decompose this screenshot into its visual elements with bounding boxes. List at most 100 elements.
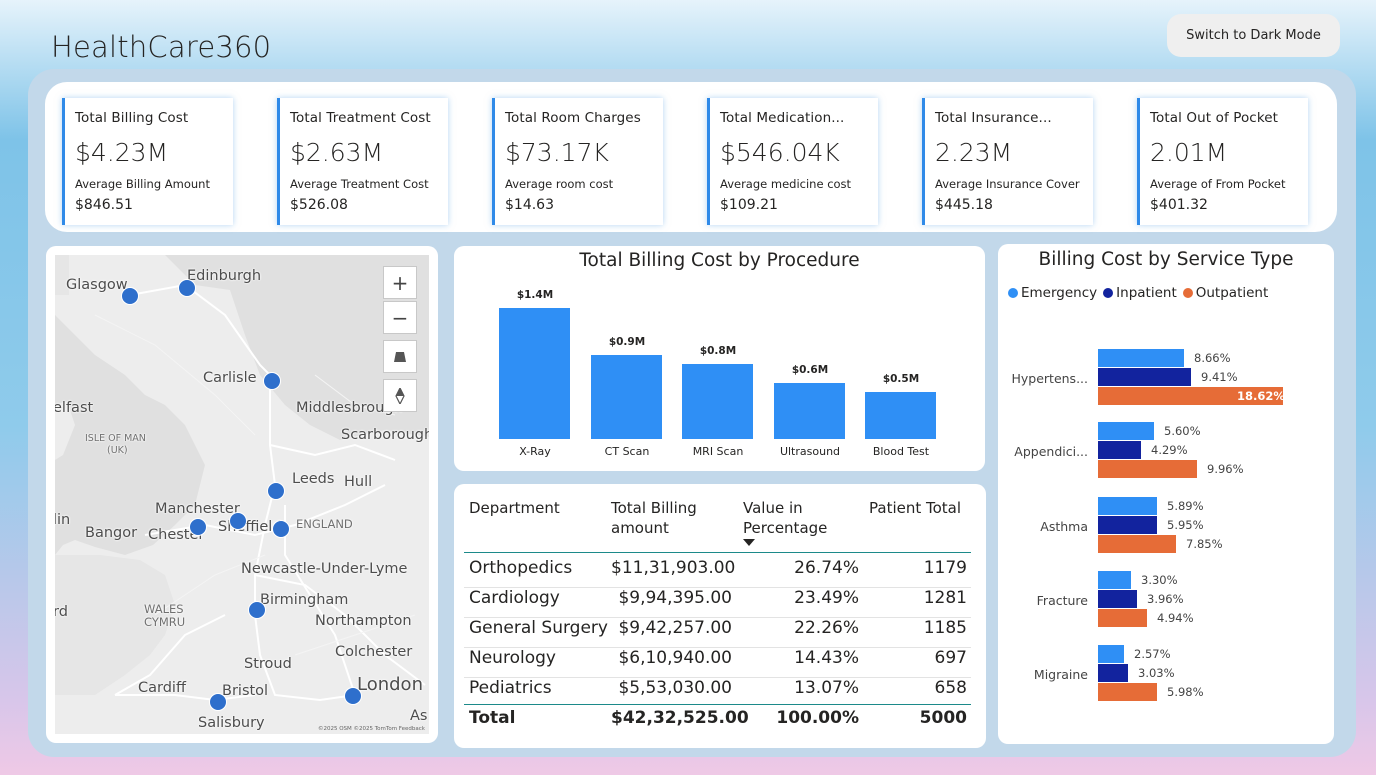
legend-dot-icon [1008, 288, 1018, 298]
map-label: Carlisle [203, 370, 257, 386]
map-label: Hull [344, 474, 373, 490]
service-bar[interactable] [1098, 664, 1128, 682]
procedure-bar[interactable] [865, 392, 936, 439]
service-bar[interactable] [1098, 349, 1184, 367]
map-label: Northampton [315, 613, 412, 629]
bar-category-label: X-Ray [519, 445, 551, 458]
kpi-card[interactable]: Total Insurance... 2.23M Average Insurance… [922, 98, 1093, 225]
chart-legend: Emergency Inpatient Outpatient [1008, 285, 1268, 301]
map-label: Scarborough [341, 427, 429, 443]
map-label: elfast [55, 400, 94, 416]
table-cell: $5,53,030.00 [618, 678, 732, 698]
dark-mode-toggle-button[interactable]: Switch to Dark Mode [1167, 14, 1340, 57]
kpi-sublabel: Average room cost [505, 177, 614, 191]
service-bar-value-label: 5.89% [1167, 499, 1204, 513]
kpi-subvalue: $846.51 [75, 197, 133, 213]
legend-item[interactable]: Inpatient [1103, 285, 1177, 301]
kpi-card[interactable]: Total Treatment Cost $2.63M Average Treatm… [277, 98, 448, 225]
column-header-percentage[interactable]: Value in Percentage [743, 498, 843, 538]
table-row[interactable]: Neurology $6,10,940.00 14.43% 697 [454, 648, 986, 678]
kpi-card[interactable]: Total Billing Cost $4.23M Average Billing … [62, 98, 233, 225]
compass-icon[interactable] [383, 379, 417, 412]
service-bar[interactable] [1098, 460, 1197, 478]
procedure-bar[interactable] [682, 364, 753, 439]
map-label: WALES [144, 602, 184, 616]
map-location-marker[interactable] [229, 512, 247, 530]
department-table-panel: Department Total Billing amount Value in… [454, 484, 986, 748]
kpi-value: $73.17K [505, 138, 609, 167]
service-category-label: Fracture [1036, 593, 1088, 608]
service-bar-value-label: 3.96% [1147, 592, 1184, 606]
map-label: Stroud [244, 656, 292, 672]
map-location-marker[interactable] [189, 518, 207, 536]
table-row[interactable]: General Surgery $9,42,257.00 22.26% 1185 [454, 618, 986, 648]
service-bar[interactable] [1098, 441, 1141, 459]
service-bar[interactable] [1098, 516, 1157, 534]
service-bar[interactable] [1098, 497, 1157, 515]
service-bar[interactable] [1098, 571, 1131, 589]
map-location-marker[interactable] [178, 279, 196, 297]
service-bar-value-label: 4.29% [1151, 443, 1188, 457]
map-label: Newcastle-Under-Lyme [241, 561, 408, 577]
procedure-bar[interactable] [774, 383, 845, 439]
kpi-value: $2.63M [290, 138, 384, 167]
map-attribution: ©2025 OSM ©2025 TomTom Feedback [317, 726, 425, 732]
zoom-in-button[interactable]: + [383, 266, 417, 299]
map-location-marker[interactable] [209, 693, 227, 711]
kpi-card[interactable]: Total Out of Pocket 2.01M Average of From … [1137, 98, 1308, 225]
map-location-marker[interactable] [344, 687, 362, 705]
map-basemap [55, 255, 429, 734]
service-bar-value-label: 5.98% [1167, 685, 1204, 699]
column-header-department[interactable]: Department [469, 498, 560, 518]
table-cell: 658 [934, 678, 967, 698]
service-bar-value-label: 8.66% [1194, 351, 1231, 365]
kpi-sublabel: Average medicine cost [720, 177, 852, 191]
service-bar[interactable] [1098, 590, 1137, 608]
map-location-marker[interactable] [248, 601, 266, 619]
table-cell: $6,10,940.00 [618, 648, 732, 668]
kpi-label: Total Room Charges [505, 110, 641, 126]
table-cell: $9,42,257.00 [618, 618, 732, 638]
legend-item[interactable]: Emergency [1008, 285, 1097, 301]
bar-category-label: Ultrasound [779, 445, 841, 458]
table-cell: 1185 [923, 618, 967, 638]
service-bar[interactable] [1098, 683, 1157, 701]
kpi-subvalue: $526.08 [290, 197, 348, 213]
kpi-subvalue: $14.63 [505, 197, 554, 213]
service-category-label: Hypertens... [1011, 371, 1088, 386]
map-visual[interactable]: Glasgow Edinburgh Carlisle Middlesbrough… [55, 255, 429, 734]
table-row[interactable]: Orthopedics $11,31,903.00 26.74% 1179 [454, 558, 986, 588]
map-location-marker[interactable] [272, 520, 290, 538]
zoom-out-button[interactable]: − [383, 301, 417, 334]
service-bar[interactable] [1098, 645, 1124, 663]
map-tilt-icon[interactable] [383, 340, 417, 373]
table-cell: 14.43% [794, 648, 859, 668]
service-bar-value-label: 3.03% [1138, 666, 1175, 680]
kpi-value: 2.01M [1150, 138, 1228, 167]
map-location-marker[interactable] [263, 372, 281, 390]
legend-item[interactable]: Outpatient [1182, 285, 1268, 301]
map-location-marker[interactable] [267, 482, 285, 500]
table-cell: 13.07% [794, 678, 859, 698]
table-cell: 26.74% [794, 558, 859, 578]
sort-descending-icon[interactable] [743, 539, 755, 546]
column-header-patient-total[interactable]: Patient Total [869, 498, 961, 518]
service-bar[interactable] [1098, 609, 1147, 627]
table-total-row: Total $42,32,525.00 100.00% 5000 [454, 708, 986, 738]
kpi-sublabel: Average of From Pocket [1150, 177, 1286, 191]
kpi-card[interactable]: Total Medication... $546.04K Average medic… [707, 98, 878, 225]
department-cell: Cardiology [469, 588, 560, 608]
service-bar[interactable] [1098, 368, 1191, 386]
table-cell: 1281 [923, 588, 967, 608]
procedure-bar[interactable] [591, 355, 662, 439]
map-location-marker[interactable] [121, 287, 139, 305]
service-bar[interactable] [1098, 422, 1154, 440]
column-header-total-billing[interactable]: Total Billing amount [611, 498, 721, 538]
map-label: Leeds [292, 471, 335, 487]
kpi-label: Total Billing Cost [75, 110, 189, 126]
service-category-label: Appendici... [1014, 444, 1088, 459]
kpi-card[interactable]: Total Room Charges $73.17K Average room co… [492, 98, 663, 225]
service-bar[interactable] [1098, 535, 1176, 553]
procedure-bar[interactable] [499, 308, 570, 439]
table-row[interactable]: Cardiology $9,94,395.00 23.49% 1281 [454, 588, 986, 618]
